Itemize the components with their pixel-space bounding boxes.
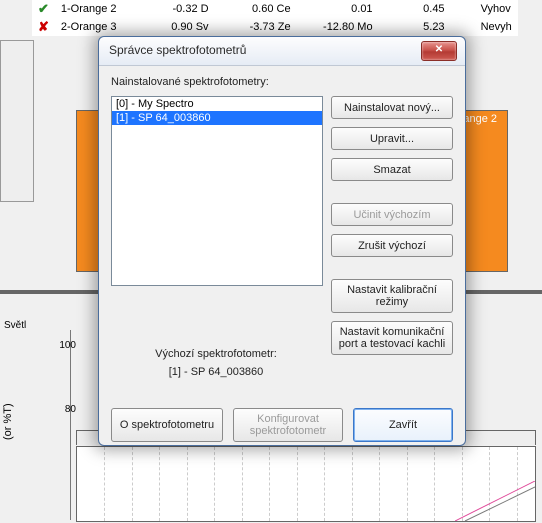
list-item[interactable]: [1] - SP 64_003860 <box>112 111 322 125</box>
cell: Nevyh <box>451 18 518 36</box>
dialog-title: Správce spektrofotometrů <box>109 43 246 57</box>
y-axis-label: (or %T) <box>2 403 14 440</box>
delete-button[interactable]: Smazat <box>331 158 453 181</box>
cell: 0.90 Sv <box>123 18 215 36</box>
configure-spectro-button[interactable]: Konfigurovat spektrofotometr <box>233 408 343 442</box>
cell-name: 2-Orange 3 <box>55 18 123 36</box>
left-panel <box>0 40 34 202</box>
cell: -0.32 D <box>123 0 215 18</box>
data-table: ✔ 1-Orange 2 -0.32 D 0.60 Ce 0.01 0.45 V… <box>32 0 518 36</box>
make-default-button[interactable]: Učinit výchozím <box>331 203 453 226</box>
spectro-manager-dialog: Správce spektrofotometrů ✕ Nainstalované… <box>98 36 466 446</box>
cell: 0.01 <box>297 0 379 18</box>
chart-area[interactable] <box>76 446 536 522</box>
cell: 0.60 Ce <box>215 0 297 18</box>
list-label: Nainstalované spektrofotometry: <box>111 76 453 88</box>
cell: Vyhov <box>451 0 518 18</box>
list-item[interactable]: [0] - My Spectro <box>112 97 322 111</box>
close-icon: ✕ <box>435 44 443 55</box>
cell: 0.45 <box>379 0 451 18</box>
edit-button[interactable]: Upravit... <box>331 127 453 150</box>
close-dialog-button[interactable]: Zavřít <box>353 408 453 442</box>
check-icon: ✔ <box>38 1 49 16</box>
table-row[interactable]: ✘ 2-Orange 3 0.90 Sv -3.73 Ze -12.80 Mo … <box>32 18 518 36</box>
table-row[interactable]: ✔ 1-Orange 2 -0.32 D 0.60 Ce 0.01 0.45 V… <box>32 0 518 18</box>
install-new-button[interactable]: Nainstalovat nový... <box>331 96 453 119</box>
axis-corner-label: Světl <box>4 320 26 331</box>
cancel-default-button[interactable]: Zrušit výchozí <box>331 234 453 257</box>
x-icon: ✘ <box>38 19 49 34</box>
calibration-modes-button[interactable]: Nastavit kalibrační režimy <box>331 279 453 313</box>
default-spectro-label: Výchozí spektrofotometr: <box>111 348 321 360</box>
cell: 5.23 <box>379 18 451 36</box>
spectro-listbox[interactable]: [0] - My Spectro [1] - SP 64_003860 <box>111 96 323 286</box>
comm-port-button[interactable]: Nastavit komunikační port a testovací ka… <box>331 321 453 355</box>
cell-name: 1-Orange 2 <box>55 0 123 18</box>
chart-lines <box>455 481 535 521</box>
about-spectro-button[interactable]: O spektrofotometru <box>111 408 223 442</box>
cell: -12.80 Mo <box>297 18 379 36</box>
default-spectro-value: [1] - SP 64_003860 <box>111 366 321 378</box>
close-button[interactable]: ✕ <box>421 41 457 61</box>
dialog-titlebar[interactable]: Správce spektrofotometrů ✕ <box>99 37 465 66</box>
cell: -3.73 Ze <box>215 18 297 36</box>
